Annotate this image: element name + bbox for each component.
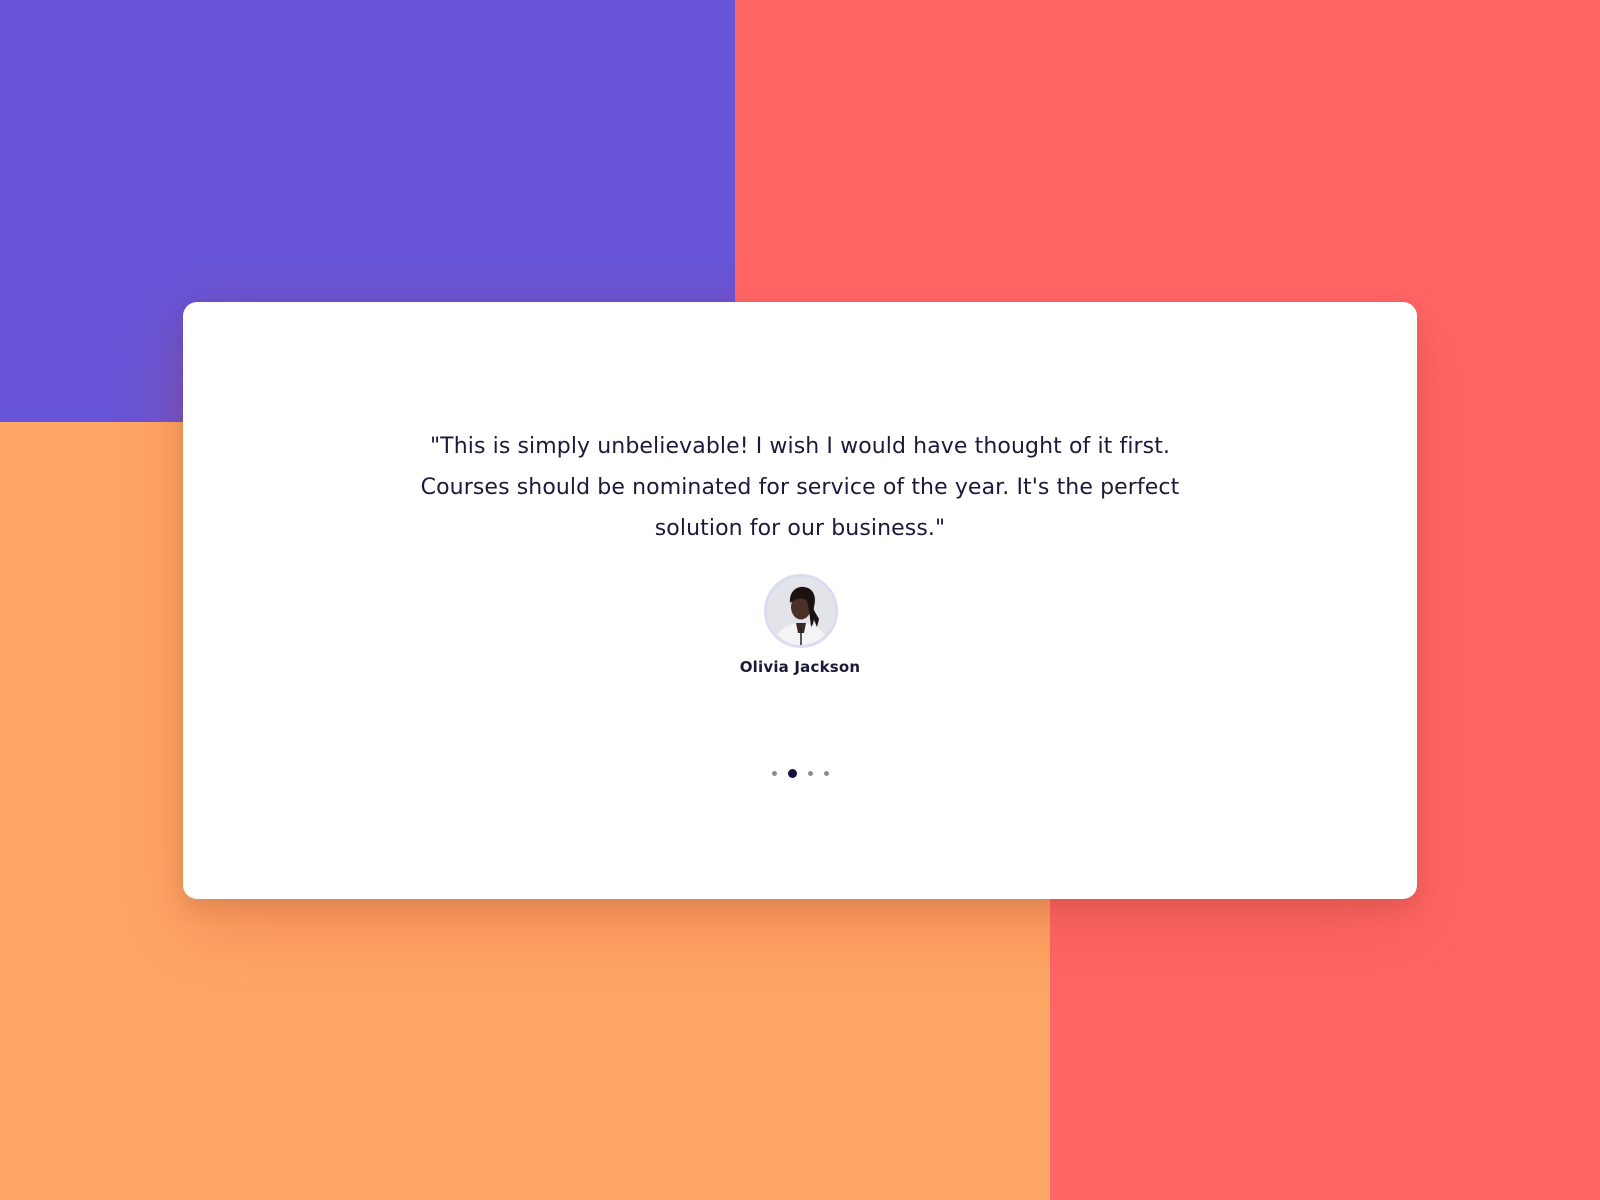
- person-portrait-icon: [767, 577, 835, 645]
- author-avatar: [764, 574, 838, 648]
- carousel-pagination: [750, 767, 850, 779]
- testimonial-quote: "This is simply unbelievable! I wish I w…: [420, 434, 1180, 541]
- page-background: "This is simply unbelievable! I wish I w…: [0, 0, 1600, 1200]
- testimonial-card: "This is simply unbelievable! I wish I w…: [183, 302, 1417, 899]
- author-name: Olivia Jackson: [739, 658, 861, 676]
- carousel-dot[interactable]: [771, 770, 777, 776]
- carousel-dot[interactable]: [823, 770, 829, 776]
- carousel-dot-active[interactable]: [787, 768, 797, 778]
- carousel-dot[interactable]: [807, 770, 813, 776]
